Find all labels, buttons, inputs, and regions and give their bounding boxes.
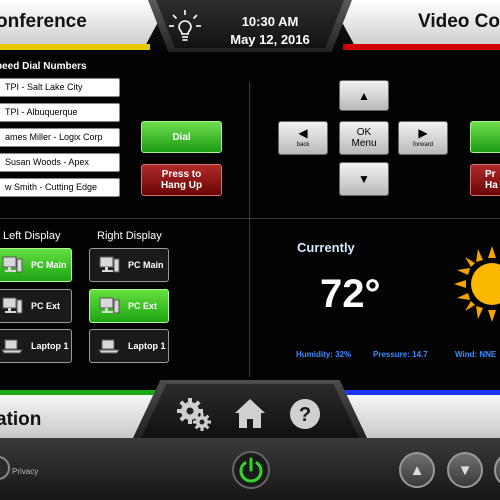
weather-temperature: 72° — [320, 272, 381, 316]
left-display-source-button[interactable]: PC Ext — [0, 289, 72, 323]
clock-time: 10:30 AM — [241, 14, 299, 29]
help-icon[interactable]: ? — [287, 396, 323, 432]
display-source-label: Laptop 1 — [31, 341, 69, 351]
arrow-down-icon: ▼ — [358, 172, 370, 186]
arrow-right-icon: ▶ — [418, 126, 428, 140]
computer-icon — [1, 256, 23, 274]
hang-up-button-label: Press to Hang Up — [160, 169, 203, 191]
left-display-source-button[interactable]: PC Main — [0, 248, 72, 282]
video-hang-up-label: Pr Ha — [485, 169, 498, 191]
triangle-down-icon: ▼ — [457, 461, 473, 479]
right-display-source-button[interactable]: Laptop 1 — [89, 329, 169, 363]
dial-button[interactable]: Dial — [141, 121, 222, 153]
nav-ok-menu-button[interactable]: OK Menu — [339, 121, 389, 155]
computer-icon — [1, 297, 23, 315]
nav-forward-button[interactable]: ▶ forward — [398, 121, 448, 155]
video-dial-button[interactable] — [470, 121, 500, 153]
nav-forward-label: forward — [412, 142, 433, 148]
privacy-label: Privacy — [12, 467, 39, 476]
green-accent-stripe — [0, 390, 160, 395]
nav-menu-label: Menu — [351, 138, 377, 149]
gears-icon[interactable] — [176, 396, 212, 432]
clock-date: May 12, 2016 — [230, 32, 310, 47]
right-display-title: Right Display — [97, 230, 162, 242]
volume-down-button[interactable]: ▼ — [447, 452, 483, 488]
display-source-label: PC Ext — [31, 301, 61, 311]
audio-conference-title: onference — [0, 11, 87, 32]
weather-humidity: Humidity: 32% — [296, 350, 352, 359]
svg-text:?: ? — [299, 404, 311, 426]
speed-dial-item[interactable]: TPI - Salt Lake City — [0, 78, 120, 97]
nav-down-button[interactable]: ▼ — [339, 162, 389, 196]
speed-dial-item[interactable]: w Smith - Cutting Edge — [0, 178, 120, 197]
weather-currently-label: Currently — [297, 240, 355, 255]
conference-room-panel: onference Video Conf 10:30 AM May 12, 20… — [0, 0, 500, 500]
presentation-title: ation — [0, 409, 42, 430]
nav-ok-label: OK — [356, 127, 372, 138]
video-conference-title: Video Conf — [418, 11, 500, 32]
dial-button-label: Dial — [172, 131, 191, 143]
speed-dial-item[interactable]: Susan Woods - Apex — [0, 153, 120, 172]
computer-icon — [98, 297, 120, 315]
vertical-divider — [249, 82, 250, 377]
weather-pressure: Pressure: 14.7 — [373, 350, 428, 359]
video-hang-up-button[interactable]: Pr Ha — [470, 164, 500, 196]
laptop-icon — [98, 337, 120, 355]
nav-back-button[interactable]: ◀ back — [278, 121, 328, 155]
home-icon[interactable] — [232, 396, 268, 432]
sun-icon — [454, 246, 500, 322]
display-source-label: PC Main — [128, 260, 164, 270]
left-display-title: Left Display — [3, 230, 61, 242]
blue-accent-stripe — [340, 390, 500, 395]
arrow-up-icon: ▲ — [358, 88, 370, 103]
display-source-label: PC Ext — [128, 301, 158, 311]
volume-up-button[interactable]: ▲ — [399, 452, 435, 488]
right-display-source-button[interactable]: PC Main — [89, 248, 169, 282]
left-display-source-button[interactable]: Laptop 1 — [0, 329, 72, 363]
yellow-accent-stripe — [0, 44, 150, 50]
horizontal-divider — [0, 218, 500, 219]
power-button[interactable] — [232, 451, 270, 489]
hang-up-button[interactable]: Press to Hang Up — [141, 164, 222, 196]
computer-icon — [98, 256, 120, 274]
triangle-up-icon: ▲ — [409, 461, 425, 479]
speed-dial-item[interactable]: TPI - Albuquerque — [0, 103, 120, 122]
red-accent-stripe — [343, 44, 500, 50]
display-source-label: PC Main — [31, 260, 67, 270]
right-display-source-button[interactable]: PC Ext — [89, 289, 169, 323]
arrow-left-icon: ◀ — [298, 126, 308, 140]
nav-back-label: back — [296, 142, 310, 148]
weather-wind: Wind: NNE — [455, 350, 497, 359]
laptop-icon — [1, 337, 23, 355]
display-source-label: Laptop 1 — [128, 341, 166, 351]
speed-dial-item[interactable]: ames Miller - Logix Corp — [0, 128, 120, 147]
nav-up-button[interactable]: ▲ — [339, 80, 389, 111]
power-icon — [239, 457, 263, 483]
speed-dial-title: peed Dial Numbers — [0, 61, 87, 72]
lightbulb-icon[interactable] — [168, 9, 202, 43]
